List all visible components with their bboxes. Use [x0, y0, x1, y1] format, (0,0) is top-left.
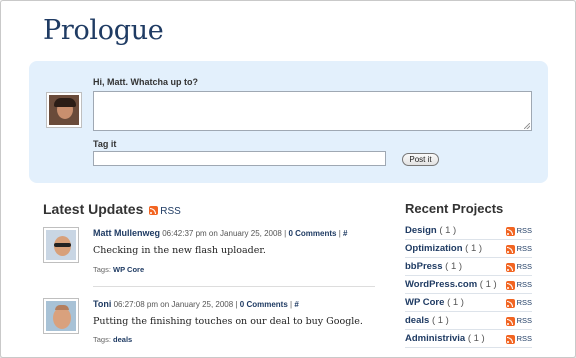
permalink[interactable]: #	[294, 300, 298, 309]
project-item: Administrivia ( 1 ) RSS	[405, 330, 532, 348]
post-box: Hi, Matt. Whatcha up to? Tag it Post it	[29, 61, 548, 183]
tag-label: Tag it	[93, 139, 117, 149]
comments-link[interactable]: 0 Comments	[288, 229, 336, 238]
post-textarea[interactable]	[93, 91, 532, 131]
project-count: ( 1 )	[445, 261, 463, 272]
project-rss[interactable]: RSS	[504, 226, 532, 236]
project-count: ( 1 )	[467, 333, 485, 344]
project-rss-label[interactable]: RSS	[517, 298, 532, 307]
project-link[interactable]: deals ( 1 )	[405, 315, 449, 326]
project-link[interactable]: WP Core ( 1 )	[405, 297, 464, 308]
latest-updates-heading: Latest Updates RSS	[43, 201, 181, 217]
project-rss-label[interactable]: RSS	[517, 334, 532, 343]
tag-link[interactable]: WP Core	[113, 265, 144, 274]
project-name[interactable]: deals	[405, 315, 429, 326]
project-name[interactable]: Design	[405, 225, 437, 236]
rss-icon[interactable]	[505, 280, 515, 290]
project-item: Design ( 1 ) RSS	[405, 222, 532, 240]
tag-input[interactable]	[93, 151, 386, 166]
projects-list: Design ( 1 ) RSS Optimization ( 1 ) RSS bbPr…	[405, 222, 532, 348]
site-title[interactable]: Prologue	[43, 15, 164, 46]
tags-label: Tags:	[93, 265, 111, 274]
latest-updates-title: Latest Updates	[43, 201, 144, 217]
project-rss[interactable]: RSS	[504, 280, 532, 290]
rss-icon[interactable]	[505, 226, 515, 236]
project-name[interactable]: Optimization	[405, 243, 463, 254]
update-author[interactable]: Matt Mullenweg	[93, 228, 160, 238]
project-rss[interactable]: RSS	[504, 244, 532, 254]
project-item: WP Core ( 1 ) RSS	[405, 294, 532, 312]
update-text: Checking in the new flash uploader.	[93, 245, 266, 256]
current-user-avatar	[46, 92, 82, 128]
permalink[interactable]: #	[343, 229, 347, 238]
update-author[interactable]: Toni	[93, 299, 111, 309]
comments-link[interactable]: 0 Comments	[240, 300, 288, 309]
project-link[interactable]: bbPress ( 1 )	[405, 261, 462, 272]
meta-separator: |	[290, 300, 293, 309]
update-time: 06:27:08 pm on January 25, 2008	[113, 300, 234, 309]
post-button[interactable]: Post it	[402, 153, 439, 166]
meta-separator: |	[235, 300, 238, 309]
project-name[interactable]: Administrivia	[405, 333, 465, 344]
project-count: ( 1 )	[479, 279, 497, 290]
meta-separator: |	[338, 229, 341, 238]
rss-icon[interactable]	[505, 334, 515, 344]
project-rss[interactable]: RSS	[504, 334, 532, 344]
project-name[interactable]: WordPress.com	[405, 279, 477, 290]
project-rss[interactable]: RSS	[504, 262, 532, 272]
project-count: ( 1 )	[431, 315, 449, 326]
meta-separator: |	[284, 229, 287, 238]
project-count: ( 1 )	[439, 225, 457, 236]
project-rss-label[interactable]: RSS	[517, 244, 532, 253]
project-rss-label[interactable]: RSS	[517, 280, 532, 289]
project-link[interactable]: Design ( 1 )	[405, 225, 456, 236]
project-name[interactable]: bbPress	[405, 261, 443, 272]
project-rss[interactable]: RSS	[504, 316, 532, 326]
resize-grip-icon[interactable]	[524, 123, 530, 129]
update-meta: Toni 06:27:08 pm on January 25, 2008 | 0…	[93, 299, 299, 309]
project-rss-label[interactable]: RSS	[517, 226, 532, 235]
project-link[interactable]: WordPress.com ( 1 )	[405, 279, 497, 290]
rss-icon[interactable]	[505, 262, 515, 272]
rss-icon[interactable]	[505, 316, 515, 326]
project-item: WordPress.com ( 1 ) RSS	[405, 276, 532, 294]
project-item: deals ( 1 ) RSS	[405, 312, 532, 330]
project-rss[interactable]: RSS	[504, 298, 532, 308]
rss-icon[interactable]	[149, 205, 159, 215]
update-divider	[93, 286, 375, 287]
update-tags: Tags: deals	[93, 335, 132, 344]
post-prompt-label: Hi, Matt. Whatcha up to?	[93, 77, 198, 87]
update-meta: Matt Mullenweg 06:42:37 pm on January 25…	[93, 228, 347, 238]
project-rss-label[interactable]: RSS	[517, 316, 532, 325]
project-link[interactable]: Optimization ( 1 )	[405, 243, 482, 254]
tag-link[interactable]: deals	[113, 335, 132, 344]
project-count: ( 1 )	[447, 297, 464, 308]
project-count: ( 1 )	[465, 243, 483, 254]
rss-icon[interactable]	[505, 298, 515, 308]
project-name[interactable]: WP Core	[405, 297, 444, 308]
project-item: bbPress ( 1 ) RSS	[405, 258, 532, 276]
update-time: 06:42:37 pm on January 25, 2008	[162, 229, 282, 238]
page-frame: Prologue Hi, Matt. Whatcha up to? Tag it…	[0, 0, 576, 358]
tags-label: Tags:	[93, 335, 111, 344]
rss-icon[interactable]	[505, 244, 515, 254]
author-avatar[interactable]	[43, 298, 79, 334]
latest-rss-link[interactable]: RSS	[160, 206, 181, 217]
project-item: Optimization ( 1 ) RSS	[405, 240, 532, 258]
update-tags: Tags: WP Core	[93, 265, 144, 274]
project-rss-label[interactable]: RSS	[517, 262, 532, 271]
recent-projects-heading: Recent Projects	[405, 201, 504, 216]
update-text: Putting the finishing touches on our dea…	[93, 316, 363, 327]
author-avatar[interactable]	[43, 227, 79, 263]
project-link[interactable]: Administrivia ( 1 )	[405, 333, 485, 344]
